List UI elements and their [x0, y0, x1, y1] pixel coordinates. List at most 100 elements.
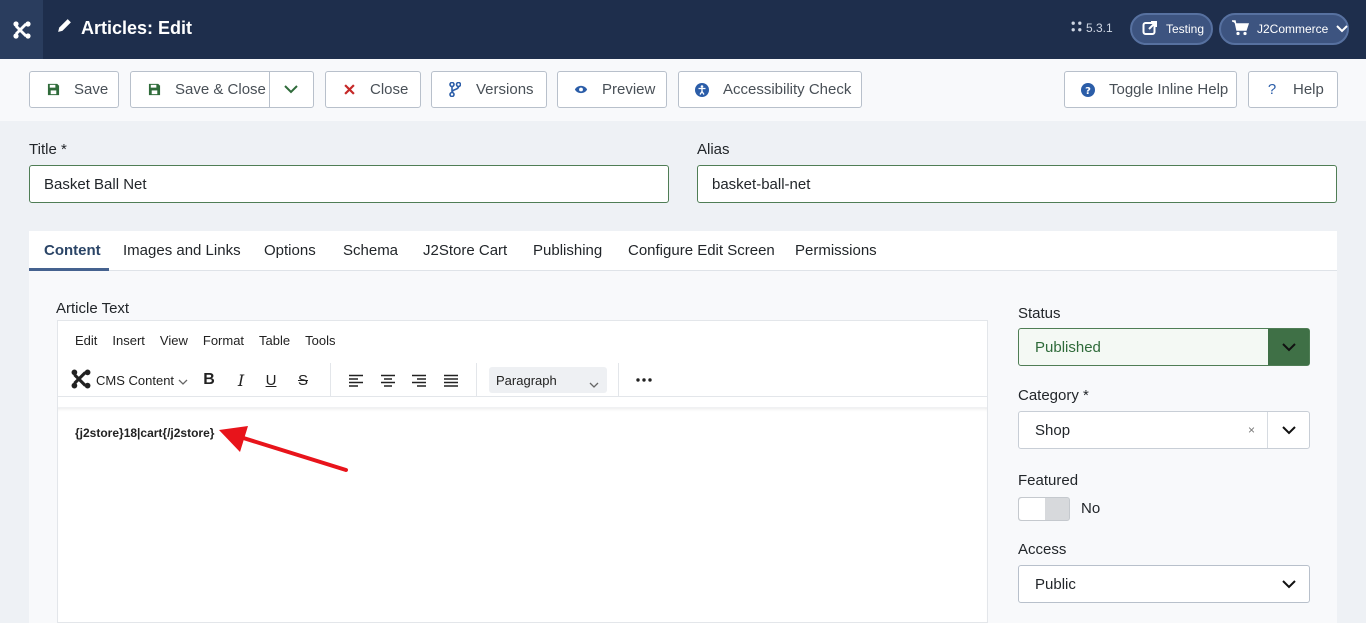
chevron-down-icon: [178, 373, 188, 388]
cms-content-button[interactable]: CMS Content: [70, 369, 188, 391]
save-button[interactable]: Save: [29, 71, 119, 108]
universal-access-icon: [695, 82, 709, 97]
menu-edit[interactable]: Edit: [75, 333, 97, 348]
cms-content-label: CMS Content: [96, 372, 175, 388]
block-format-select[interactable]: Paragraph: [489, 367, 607, 393]
toolbar-separator: [476, 363, 477, 397]
access-select[interactable]: Public: [1018, 565, 1310, 603]
article-text-label: Article Text: [56, 300, 130, 317]
menu-table[interactable]: Table: [259, 333, 290, 348]
question-icon: ?: [1267, 81, 1277, 98]
accessibility-label: Accessibility Check: [723, 81, 852, 98]
alias-input[interactable]: basket-ball-net: [697, 165, 1337, 203]
title-input[interactable]: Basket Ball Net: [29, 165, 669, 203]
floppy-icon: [46, 83, 60, 96]
external-link-icon: [1142, 20, 1158, 39]
help-button[interactable]: ? Help: [1248, 71, 1338, 108]
version-label: 5.3.1: [1071, 21, 1113, 35]
tab-schema[interactable]: Schema: [343, 242, 398, 259]
joomla-logo-icon: [70, 368, 92, 393]
cart-icon: [1231, 19, 1250, 39]
chevron-down-icon: [589, 376, 599, 391]
tab-images-and-links[interactable]: Images and Links: [123, 242, 241, 259]
align-center-icon[interactable]: [378, 369, 398, 391]
editor-menubar: Edit Insert View Format Table Tools: [58, 333, 350, 348]
status-select[interactable]: Published: [1018, 328, 1310, 366]
floppy-icon: [147, 83, 161, 96]
menu-format[interactable]: Format: [203, 333, 244, 348]
align-justify-icon[interactable]: [441, 369, 461, 391]
save-label: Save: [74, 81, 109, 98]
view-site-button[interactable]: Testing: [1130, 13, 1213, 45]
question-circle-icon: ?: [1081, 82, 1095, 97]
tab-content[interactable]: Content: [44, 242, 101, 259]
toggle-help-label: Toggle Inline Help: [1109, 81, 1229, 98]
editor-shortcode-text: {j2store}18|cart{/j2store}: [75, 426, 215, 440]
toolbar-separator: [330, 363, 331, 397]
menu-tools[interactable]: Tools: [305, 333, 335, 348]
preview-label: Preview: [602, 81, 656, 98]
annotation-arrow-icon: [219, 426, 348, 472]
block-format-value: Paragraph: [496, 372, 557, 388]
close-icon: [342, 84, 356, 95]
help-label: Help: [1293, 81, 1324, 98]
featured-toggle[interactable]: [1018, 497, 1070, 521]
title-label: Title *: [29, 141, 67, 158]
category-value: Shop: [1035, 421, 1071, 439]
bold-icon[interactable]: B: [199, 369, 219, 391]
chevron-down-icon: [1336, 22, 1349, 36]
more-options-icon[interactable]: [633, 369, 655, 391]
tab-j2store-cart[interactable]: J2Store Cart: [423, 242, 507, 259]
access-value: Public: [1035, 575, 1076, 593]
top-header: Articles: Edit 5.3.1 Testing J2Commerce: [0, 0, 1366, 59]
code-branch-icon: [448, 82, 462, 97]
joomla-logo-icon[interactable]: [0, 0, 43, 59]
editor-toolbar: CMS Content B I U S Paragraph: [58, 363, 987, 397]
save-close-label: Save & Close: [175, 81, 266, 98]
tab-configure-edit-screen[interactable]: Configure Edit Screen: [628, 242, 775, 259]
j2commerce-menu-button[interactable]: J2Commerce: [1219, 13, 1349, 45]
pencil-icon: [56, 17, 73, 39]
preview-button[interactable]: Preview: [557, 71, 667, 108]
alias-label: Alias: [697, 141, 730, 158]
tab-options[interactable]: Options: [264, 242, 316, 259]
chevron-down-icon: [284, 81, 298, 98]
joomla-small-icon: [1071, 21, 1082, 35]
italic-icon[interactable]: I: [231, 369, 251, 391]
save-close-button[interactable]: Save & Close: [130, 71, 270, 108]
featured-label: Featured: [1018, 472, 1079, 489]
tab-publishing[interactable]: Publishing: [533, 242, 602, 259]
featured-value: No: [1081, 500, 1101, 517]
strikethrough-icon[interactable]: S: [293, 369, 313, 391]
toggle-knob: [1019, 498, 1045, 520]
close-button[interactable]: Close: [325, 71, 421, 108]
page-title-text: Articles: Edit: [81, 17, 193, 38]
menu-view[interactable]: View: [160, 333, 188, 348]
toggle-inline-help-button[interactable]: ? Toggle Inline Help: [1064, 71, 1237, 108]
menu-insert[interactable]: Insert: [112, 333, 145, 348]
align-right-icon[interactable]: [409, 369, 429, 391]
status-value: Published: [1035, 338, 1101, 356]
eye-icon: [574, 84, 588, 95]
align-left-icon[interactable]: [346, 369, 366, 391]
chevron-down-icon: [1268, 329, 1309, 365]
save-options-dropdown[interactable]: [269, 71, 314, 108]
accessibility-check-button[interactable]: Accessibility Check: [678, 71, 862, 108]
toolbar-separator: [618, 363, 619, 397]
editor-content-area[interactable]: {j2store}18|cart{/j2store}: [58, 407, 987, 623]
underline-icon[interactable]: U: [261, 369, 281, 391]
version-text: 5.3.1: [1086, 21, 1113, 35]
versions-button[interactable]: Versions: [431, 71, 547, 108]
tab-permissions[interactable]: Permissions: [795, 242, 877, 259]
close-label: Close: [370, 81, 409, 98]
tinymce-editor: Edit Insert View Format Table Tools CMS …: [57, 320, 988, 623]
action-toolbar: Save Save & Close Close Versions Preview…: [0, 59, 1366, 121]
clear-icon[interactable]: ×: [1248, 423, 1255, 437]
category-label: Category *: [1018, 387, 1089, 404]
category-select[interactable]: Shop ×: [1018, 411, 1310, 449]
access-label: Access: [1018, 541, 1067, 558]
versions-label: Versions: [476, 81, 534, 98]
view-site-label: Testing: [1166, 22, 1205, 36]
j2commerce-label: J2Commerce: [1257, 22, 1329, 36]
svg-text:?: ?: [1085, 86, 1091, 97]
